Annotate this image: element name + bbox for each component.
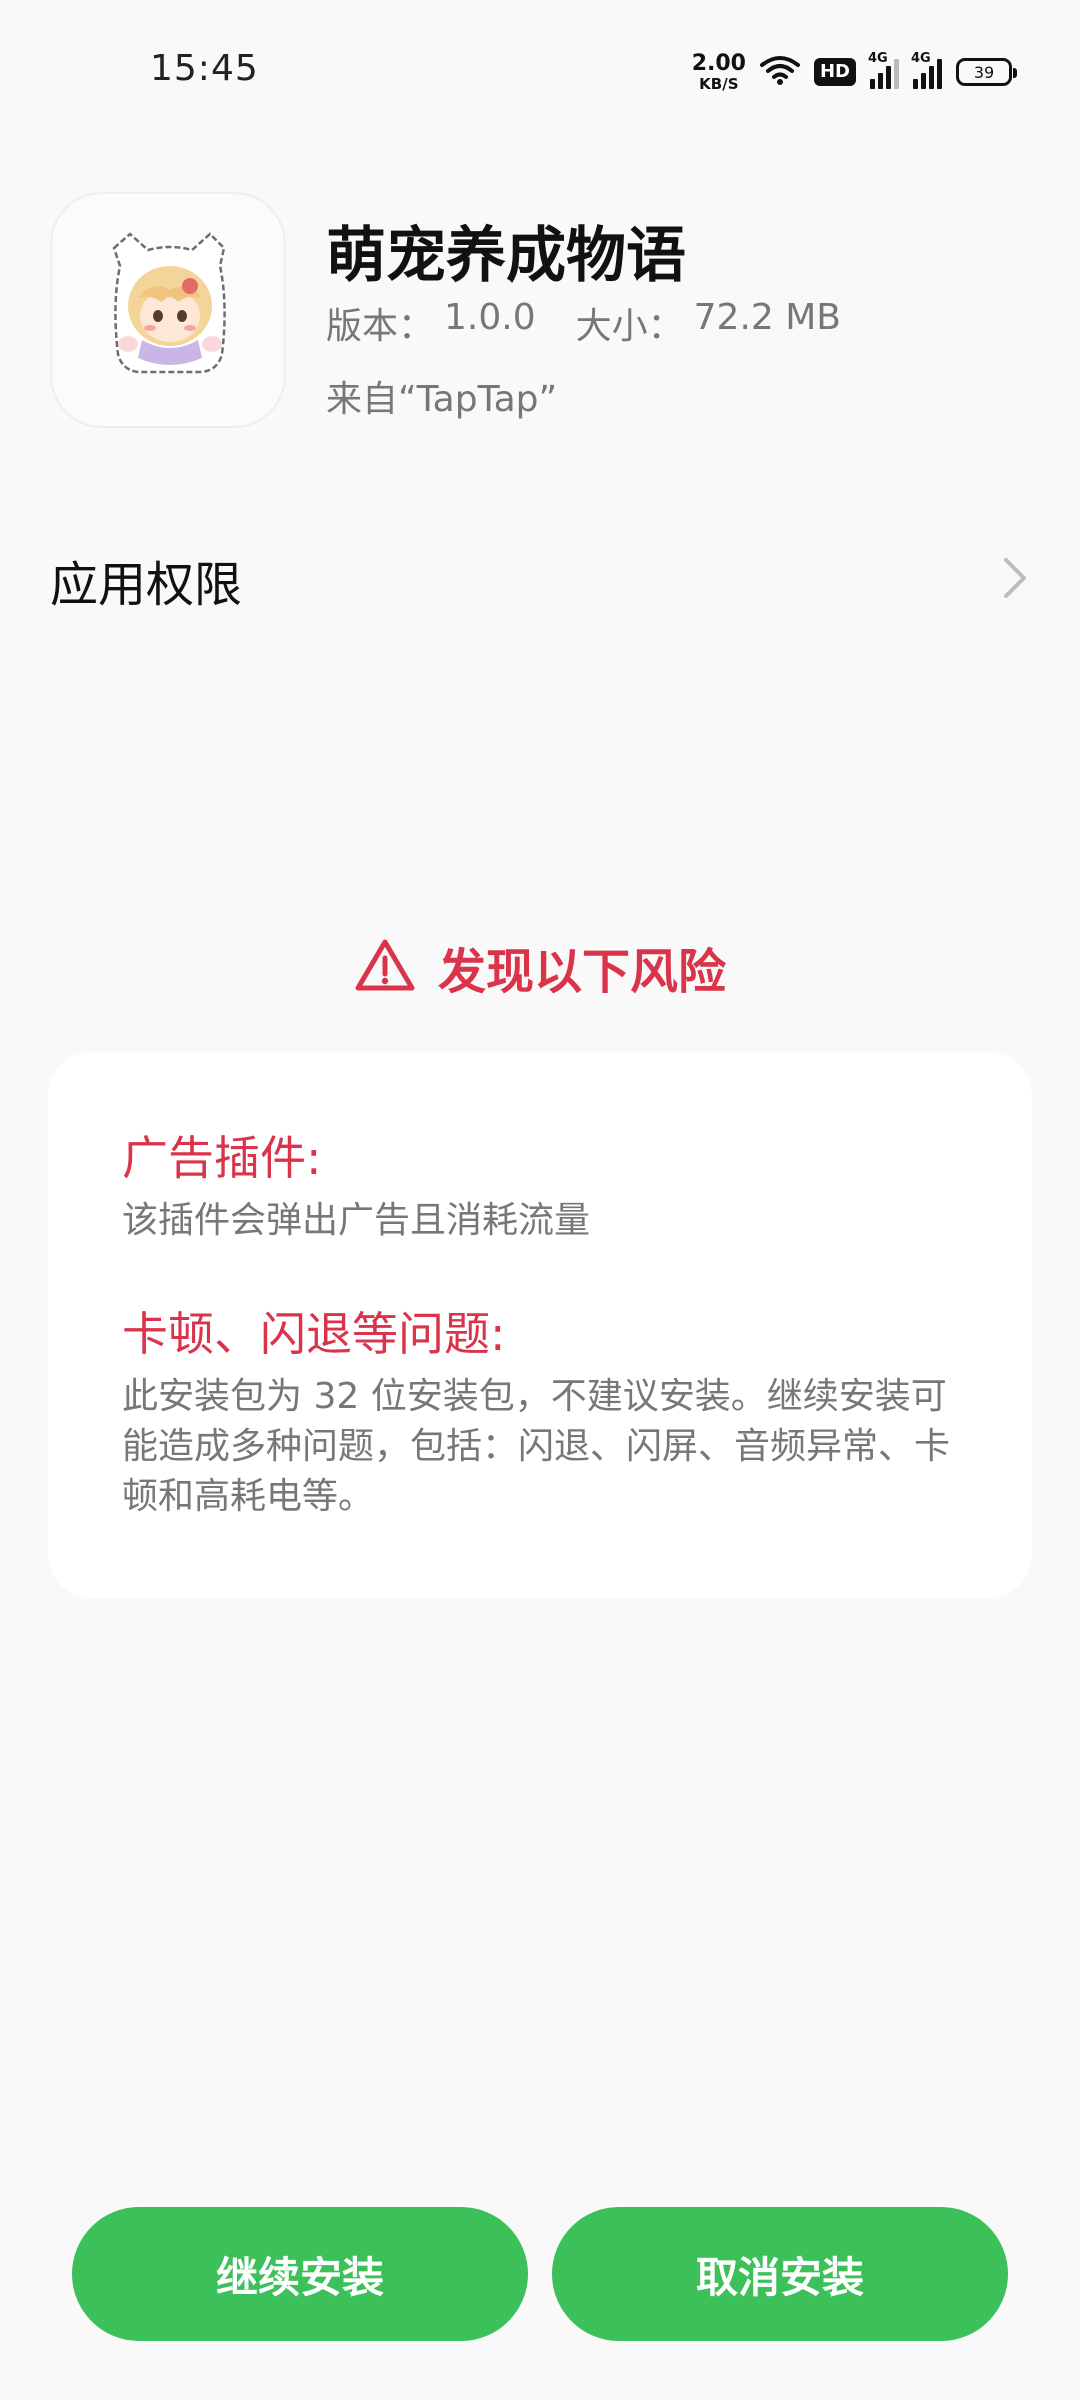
risk-item-description: 该插件会弹出广告且消耗流量: [122, 1200, 591, 1241]
signal-type-label: 4G: [911, 51, 931, 66]
network-speed-value: 2.00: [691, 50, 746, 76]
app-icon: [50, 192, 286, 428]
hd-icon: HD: [813, 58, 856, 86]
signal-icon: 4G: [911, 51, 942, 89]
install-screen: 15:45 2.00 KB/S HD 4G 4G 39 萌宠养成物语 版本： 1…: [0, 0, 1080, 2400]
risk-item-description: 此安装包为 32 位安装包，不建议安装。继续安装可能造成多种问题，包括：闪退、闪…: [122, 1376, 951, 1517]
app-source: 来自“TapTap”: [326, 379, 558, 420]
risk-item-heading: 卡顿、闪退等问题:: [122, 1307, 506, 1361]
chevron-right-icon: [1000, 556, 1030, 604]
size-label: 大小：: [575, 306, 684, 347]
status-icons: 2.00 KB/S HD 4G 4G 39: [691, 50, 1017, 94]
risk-title-text: 发现以下风险: [437, 944, 726, 1000]
risk-title: 发现以下风险: [0, 932, 1080, 1002]
version-label: 版本：: [326, 306, 435, 347]
version-value: 1.0.0: [444, 297, 536, 338]
battery-icon: 39: [956, 58, 1017, 86]
status-bar: 15:45 2.00 KB/S HD 4G 4G 39: [0, 0, 1080, 140]
network-speed: 2.00 KB/S: [691, 50, 746, 93]
warning-icon: [354, 938, 416, 996]
app-name: 萌宠养成物语: [326, 221, 686, 291]
signal-icon: 4G: [868, 51, 899, 89]
status-time: 15:45: [150, 48, 259, 89]
signal-type-label: 4G: [868, 51, 888, 66]
cancel-install-button[interactable]: 取消安装: [552, 2207, 1008, 2341]
risk-item-heading: 广告插件:: [122, 1131, 322, 1185]
risk-item: 广告插件: 该插件会弹出广告且消耗流量: [122, 1122, 960, 1246]
network-speed-unit: KB/S: [699, 74, 739, 93]
wifi-icon: [759, 54, 800, 90]
size-value: 72.2 MB: [693, 297, 841, 338]
app-permissions-label: 应用权限: [50, 557, 243, 613]
battery-level: 39: [973, 62, 995, 82]
continue-install-button[interactable]: 继续安装: [72, 2207, 528, 2341]
app-permissions-row[interactable]: 应用权限: [0, 520, 1080, 640]
risk-card: 广告插件: 该插件会弹出广告且消耗流量 卡顿、闪退等问题: 此安装包为 32 位…: [48, 1052, 1032, 1598]
version-size-line: 版本： 1.0.0 大小： 72.2 MB: [326, 297, 841, 349]
risk-item: 卡顿、闪退等问题: 此安装包为 32 位安装包，不建议安装。继续安装可能造成多种…: [122, 1298, 960, 1522]
